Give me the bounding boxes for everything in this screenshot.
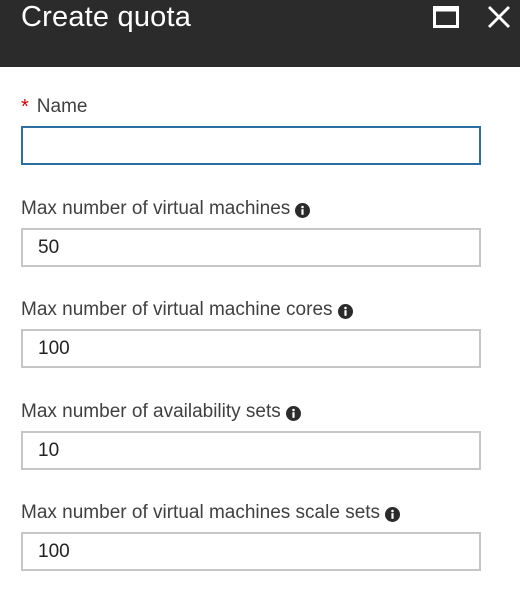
max-vms-field-group: Max number of virtual machines (21, 198, 481, 267)
max-cores-input[interactable] (21, 329, 481, 368)
close-icon (488, 6, 510, 28)
max-availability-sets-input[interactable] (21, 431, 481, 470)
required-marker: * (21, 96, 29, 118)
max-availability-sets-field-group: Max number of availability sets (21, 401, 481, 470)
info-icon[interactable] (285, 405, 301, 421)
name-input[interactable] (21, 126, 481, 165)
info-icon[interactable] (385, 506, 401, 522)
max-scale-sets-field-group: Max number of virtual machines scale set… (21, 502, 481, 571)
info-icon[interactable] (337, 303, 353, 319)
max-scale-sets-label: Max number of virtual machines scale set… (21, 502, 381, 523)
name-field-group: * Name (21, 96, 481, 165)
max-cores-label-row: Max number of virtual machine cores (21, 299, 481, 321)
max-scale-sets-label-row: Max number of virtual machines scale set… (21, 502, 481, 524)
maximize-icon (433, 6, 459, 28)
name-label: Name (36, 96, 88, 117)
max-vms-label-row: Max number of virtual machines (21, 198, 481, 220)
max-cores-label: Max number of virtual machine cores (21, 299, 333, 320)
blade-title: Create quota (21, 1, 192, 33)
maximize-button[interactable] (430, 0, 462, 34)
max-cores-field-group: Max number of virtual machine cores (21, 299, 481, 368)
max-availability-sets-label: Max number of availability sets (21, 401, 281, 422)
max-vms-input[interactable] (21, 228, 481, 267)
name-label-row: * Name (21, 96, 481, 118)
info-icon[interactable] (295, 202, 311, 218)
max-availability-sets-label-row: Max number of availability sets (21, 401, 481, 423)
max-scale-sets-input[interactable] (21, 532, 481, 571)
max-vms-label: Max number of virtual machines (21, 198, 291, 219)
close-button[interactable] (484, 0, 514, 34)
blade-header: Create quota (0, 0, 520, 67)
